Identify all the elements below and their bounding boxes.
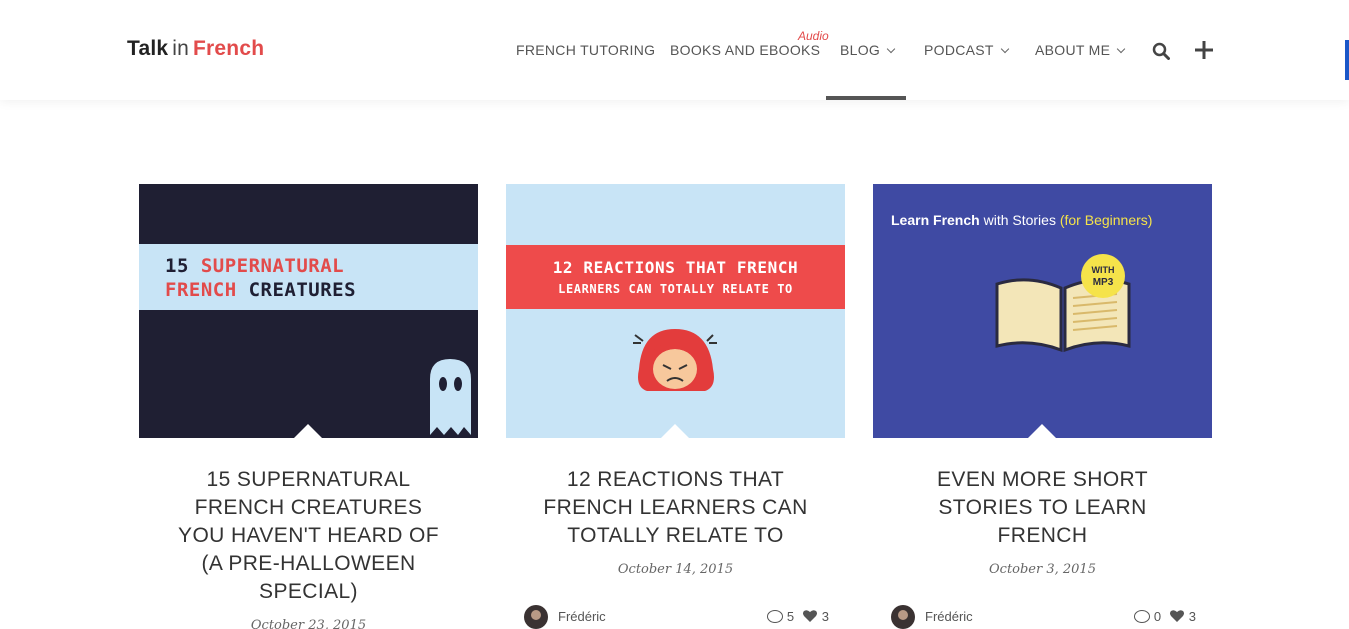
post-thumbnail[interactable]: 15 SUPERNATURAL FRENCH CREATURES [139,184,478,438]
angry-face-icon [633,329,717,391]
chevron-down-icon [1117,44,1126,54]
active-nav-indicator [826,96,906,100]
post-stats: 0 3 [1130,609,1196,624]
site-header: Talk in French FRENCH TUTORING BOOKS AND E… [0,0,1349,100]
thumbnail-notch [661,424,689,438]
main-nav: FRENCH TUTORING BOOKS AND EBOOKS Audio B… [0,0,1349,100]
nav-item-blog[interactable]: BLOG [840,42,896,58]
post-thumbnail[interactable]: Learn French with Stories (for Beginners… [873,184,1212,438]
post-date: October 3, 2015 [989,562,1096,577]
post-thumbnail[interactable]: 12 REACTIONS THAT FRENCH LEARNERS CAN TO… [506,184,845,438]
nav-label: BLOG [840,42,881,58]
thumbnail-band [506,245,845,309]
nav-label: PODCAST [924,42,994,58]
thumbnail-notch [294,424,322,438]
ghost-icon [430,359,471,435]
nav-label: ABOUT ME [1035,42,1111,58]
post-author[interactable]: Frédéric [925,609,973,624]
thumbnail-text: 15 SUPERNATURAL FRENCH CREATURES [165,255,357,301]
nav-item-books[interactable]: BOOKS AND EBOOKS [670,42,820,58]
post-title[interactable]: 15 SUPERNATURAL FRENCH CREATURES YOU HAV… [139,466,478,606]
post-card: Learn French with Stories (for Beginners… [873,184,1212,629]
comment-icon[interactable] [766,610,783,623]
comment-count: 0 [1153,609,1162,624]
heart-icon[interactable] [1169,609,1185,623]
thumbnail-text: LEARNERS CAN TOTALLY RELATE TO [558,282,793,296]
like-count: 3 [1188,609,1196,624]
post-title[interactable]: EVEN MORE SHORT STORIES TO LEARN FRENCH [873,466,1212,550]
chevron-down-icon [1000,44,1010,54]
open-book-icon: WITH MP3 [995,254,1131,353]
post-meta: Frédéric 0 3 [873,605,1212,629]
post-stats: 5 3 [763,609,829,624]
svg-text:MP3: MP3 [1093,277,1114,288]
chevron-down-icon [886,44,896,54]
avatar[interactable] [891,605,915,629]
post-card: 15 SUPERNATURAL FRENCH CREATURES 15 SUPE… [139,184,478,629]
post-meta: Frédéric 5 3 [506,605,845,629]
avatar[interactable] [524,605,548,629]
thumbnail-text: Learn French with Stories (for Beginners… [891,212,1153,228]
thumbnail-notch [1028,424,1056,438]
like-count: 3 [821,609,829,624]
heart-icon[interactable] [802,609,818,623]
post-date: October 23, 2015 [250,618,367,629]
nav-label: FRENCH TUTORING [516,42,656,58]
comment-icon[interactable] [1133,610,1150,623]
post-card: 12 REACTIONS THAT FRENCH LEARNERS CAN TO… [506,184,845,629]
nav-item-about[interactable]: ABOUT ME [1035,42,1126,58]
comment-count: 5 [786,609,795,624]
svg-text:WITH: WITH [1092,265,1115,275]
post-date: October 14, 2015 [617,562,734,577]
audio-badge: Audio [798,29,829,43]
plus-icon[interactable] [1193,39,1215,61]
post-title[interactable]: 12 REACTIONS THAT FRENCH LEARNERS CAN TO… [506,466,845,550]
nav-label: BOOKS AND EBOOKS [670,42,821,58]
edge-tab[interactable] [1345,40,1349,80]
nav-item-podcast[interactable]: PODCAST [924,42,1010,58]
search-icon[interactable] [1152,42,1170,60]
thumbnail-text: 12 REACTIONS THAT FRENCH [552,258,799,277]
post-author[interactable]: Frédéric [558,609,606,624]
nav-item-french-tutoring[interactable]: FRENCH TUTORING [516,42,655,58]
